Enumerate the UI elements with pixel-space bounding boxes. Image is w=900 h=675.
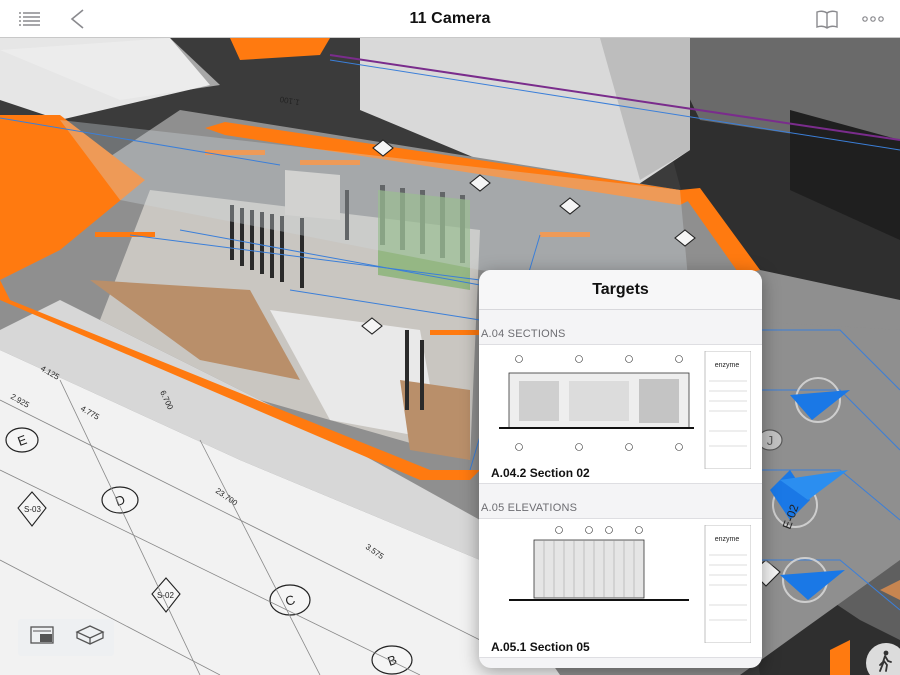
section-heading: A.05 ELEVATIONS [481,502,578,514]
section-sheet-thumbnail: enzyme [489,351,751,469]
target-item-section-05[interactable]: enzyme A.05.1 Section 05 [479,518,762,658]
book-icon [815,9,839,29]
page-title: 11 Camera [409,9,491,27]
walking-person-icon [878,650,894,675]
elevation-sheet-thumbnail: enzyme [489,525,751,643]
back-chevron-icon [69,9,85,29]
target-item-label: A.04.2 Section 02 [491,466,590,480]
popover-header: Targets [479,270,762,310]
sheet-view-button[interactable] [23,624,61,652]
more-button[interactable] [859,0,887,38]
sheet-brand: enzyme [715,536,740,543]
navigation-bar: 11 Camera [0,0,900,38]
target-item-section-02[interactable]: enzyme A.04.2 Section 02 [479,344,762,484]
back-button[interactable] [64,0,90,38]
3d-viewport[interactable]: E D C B J S-03 S-02 6.700 3.575 23.700 4… [0,38,900,675]
sheet-brand: enzyme [715,362,740,369]
3d-view-button[interactable] [71,624,109,652]
more-dots-icon [862,16,884,22]
targets-popover: Targets A.04 SECTIONS enzyme A.04.2 Sect… [479,270,762,668]
book-button[interactable] [813,0,841,38]
section-heading: A.04 SECTIONS [481,328,566,340]
svg-text:S-02: S-02 [157,591,174,600]
sheet-view-icon [30,626,54,649]
walk-mode-button[interactable] [866,643,900,675]
target-item-label: A.05.1 Section 05 [491,640,590,654]
list-menu-button[interactable] [14,0,44,38]
svg-text:S-03: S-03 [24,505,41,514]
view-mode-toggle [18,619,114,656]
popover-title: Targets [592,280,649,298]
3d-box-view-icon [75,624,105,651]
list-menu-icon [17,11,41,27]
building-model: E D C B J S-03 S-02 6.700 3.575 23.700 4… [0,38,900,675]
